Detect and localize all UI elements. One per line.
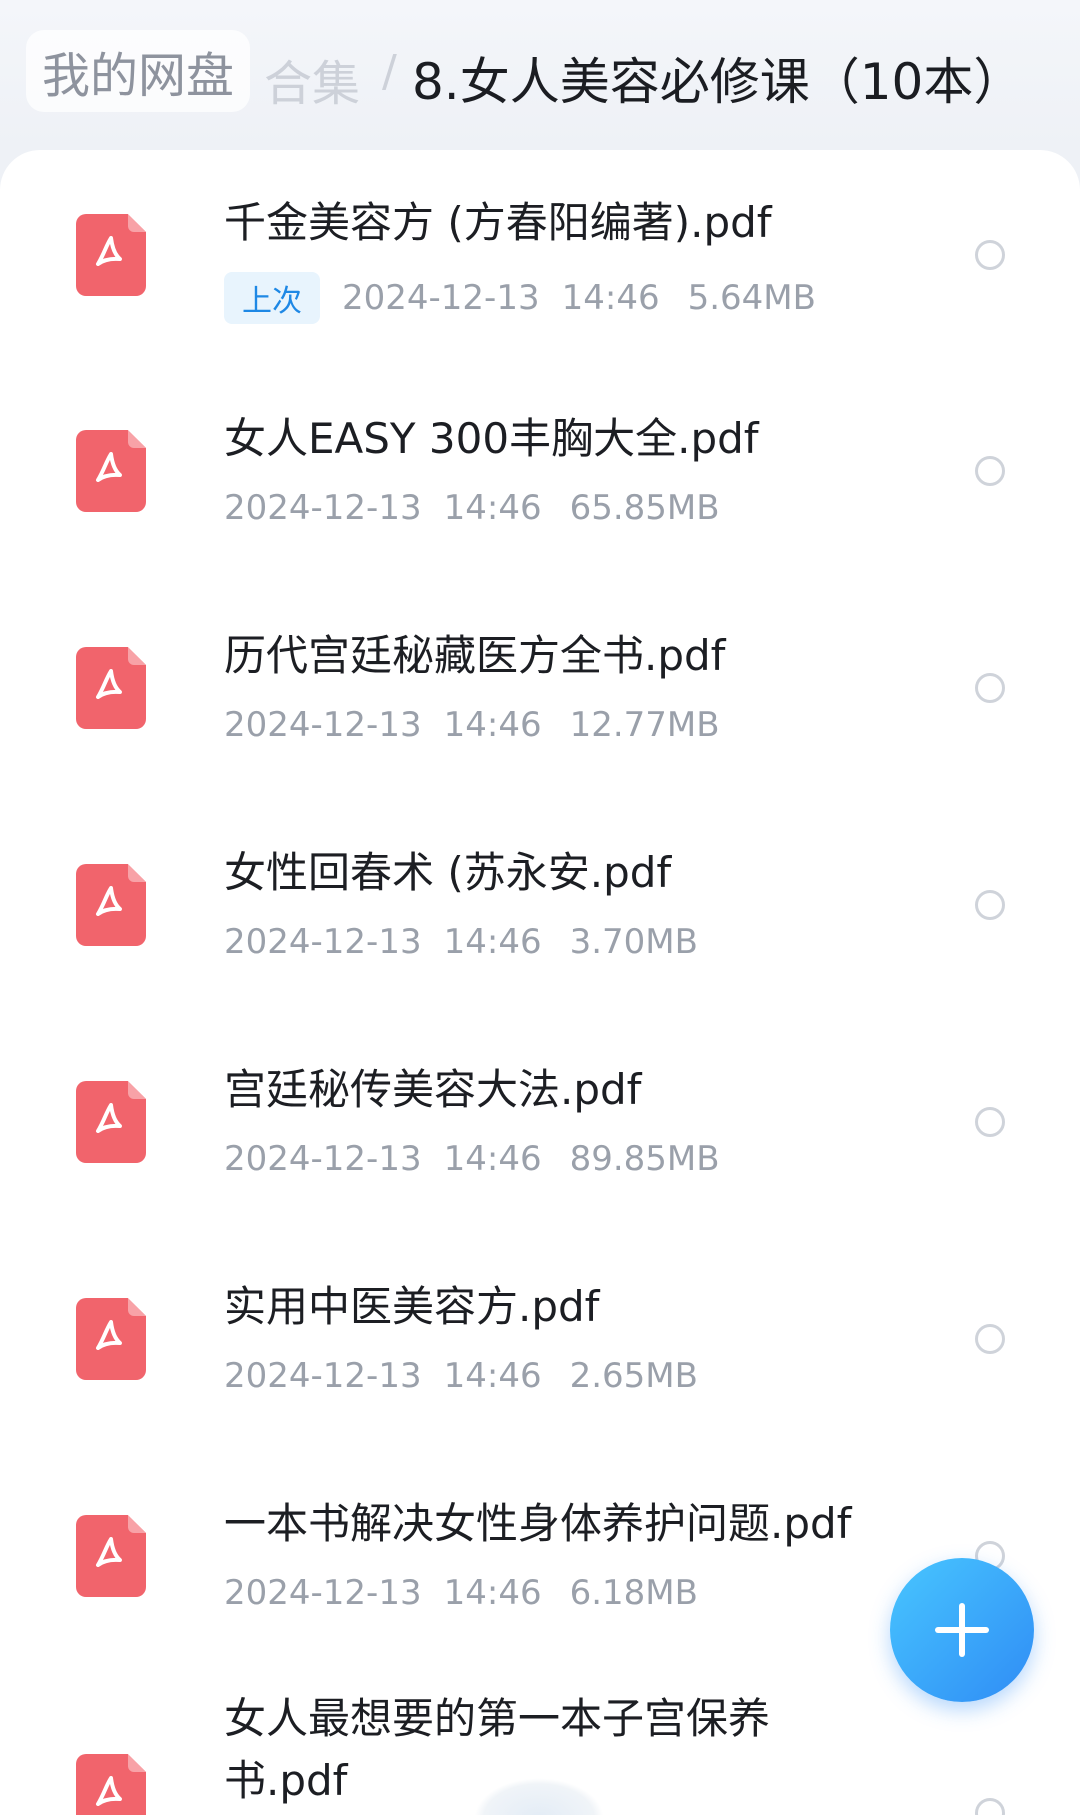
file-meta: 2024-12-13 14:46 3.70MB (224, 922, 698, 962)
pdf-icon (76, 1515, 146, 1597)
file-meta: 2024-12-13 14:46 12.77MB (224, 705, 720, 745)
file-name: 女性回春术 (苏永安.pdf (224, 848, 672, 897)
select-radio[interactable] (975, 456, 1005, 486)
file-date: 2024-12-13 (342, 278, 540, 318)
file-date: 2024-12-13 (224, 1356, 422, 1396)
file-date: 2024-12-13 (224, 705, 422, 745)
breadcrumb-root[interactable]: 我的网盘 (26, 30, 251, 112)
file-time: 14:46 (443, 705, 542, 745)
file-time: 14:46 (443, 922, 542, 962)
file-size: 12.77MB (569, 705, 720, 745)
pdf-icon (76, 430, 146, 512)
file-time: 14:46 (443, 1356, 542, 1396)
file-name: 女人EASY 300丰胸大全.pdf (224, 414, 759, 463)
breadcrumb-separator: / (382, 46, 397, 97)
file-size: 6.18MB (569, 1573, 698, 1613)
plus-icon (935, 1603, 989, 1657)
list-item[interactable]: 宫廷秘传美容大法.pdf 2024-12-13 14:46 89.85MB (0, 1017, 1080, 1233)
pdf-icon (76, 1754, 146, 1815)
file-size: 5.64MB (687, 278, 816, 318)
file-name: 历代宫廷秘藏医方全书.pdf (224, 631, 726, 680)
file-size: 89.85MB (569, 1139, 720, 1179)
list-item[interactable]: 历代宫廷秘藏医方全书.pdf 2024-12-13 14:46 12.77MB (0, 583, 1080, 799)
file-browser-screen: 我的网盘 合集 / 8.女人美容必修课（10本） 千金美容方 (方春阳编著).p… (0, 0, 1080, 1815)
file-date: 2024-12-13 (224, 1573, 422, 1613)
file-meta: 2024-12-13 14:46 6.18MB (224, 1573, 698, 1613)
file-time: 14:46 (443, 1573, 542, 1613)
select-radio[interactable] (975, 1798, 1005, 1815)
file-date: 2024-12-13 (224, 488, 422, 528)
list-item[interactable]: 女人EASY 300丰胸大全.pdf 2024-12-13 14:46 65.8… (0, 366, 1080, 582)
select-radio[interactable] (975, 1324, 1005, 1354)
select-radio[interactable] (975, 673, 1005, 703)
pdf-icon (76, 214, 146, 296)
select-radio[interactable] (975, 890, 1005, 920)
last-opened-badge: 上次 (224, 272, 320, 324)
select-radio[interactable] (975, 1107, 1005, 1137)
select-radio[interactable] (975, 240, 1005, 270)
breadcrumb-parent[interactable]: 合集 (264, 44, 360, 114)
file-size: 65.85MB (569, 488, 720, 528)
file-name: 一本书解决女性身体养护问题.pdf (224, 1499, 852, 1548)
file-meta: 2024-12-13 14:46 89.85MB (224, 1139, 720, 1179)
page-title: 8.女人美容必修课（10本） (412, 53, 1024, 111)
pdf-icon (76, 1081, 146, 1163)
file-time: 14:46 (443, 1139, 542, 1179)
file-size: 3.70MB (569, 922, 698, 962)
file-time: 14:46 (561, 278, 660, 318)
file-meta: 2024-12-13 14:46 65.85MB (224, 488, 720, 528)
file-size: 2.65MB (569, 1356, 698, 1396)
pdf-icon (76, 647, 146, 729)
list-item[interactable]: 实用中医美容方.pdf 2024-12-13 14:46 2.65MB (0, 1234, 1080, 1450)
file-name: 实用中医美容方.pdf (224, 1282, 600, 1331)
file-list: 千金美容方 (方春阳编著).pdf 上次 2024-12-13 14:46 5.… (0, 150, 1080, 1815)
file-name: 宫廷秘传美容大法.pdf (224, 1065, 642, 1114)
file-meta: 上次 2024-12-13 14:46 5.64MB (224, 272, 816, 324)
add-button[interactable] (890, 1558, 1034, 1702)
file-date: 2024-12-13 (224, 1139, 422, 1179)
file-name: 千金美容方 (方春阳编著).pdf (224, 198, 772, 247)
pdf-icon (76, 864, 146, 946)
file-date: 2024-12-13 (224, 922, 422, 962)
pdf-icon (76, 1298, 146, 1380)
breadcrumb: 我的网盘 合集 / 8.女人美容必修课（10本） (0, 0, 1080, 150)
file-time: 14:46 (443, 488, 542, 528)
list-item[interactable]: 女性回春术 (苏永安.pdf 2024-12-13 14:46 3.70MB (0, 800, 1080, 1016)
file-meta: 2024-12-13 14:46 2.65MB (224, 1356, 698, 1396)
breadcrumb-root-label: 我的网盘 (42, 48, 235, 104)
list-item[interactable]: 千金美容方 (方春阳编著).pdf 上次 2024-12-13 14:46 5.… (0, 150, 1080, 366)
